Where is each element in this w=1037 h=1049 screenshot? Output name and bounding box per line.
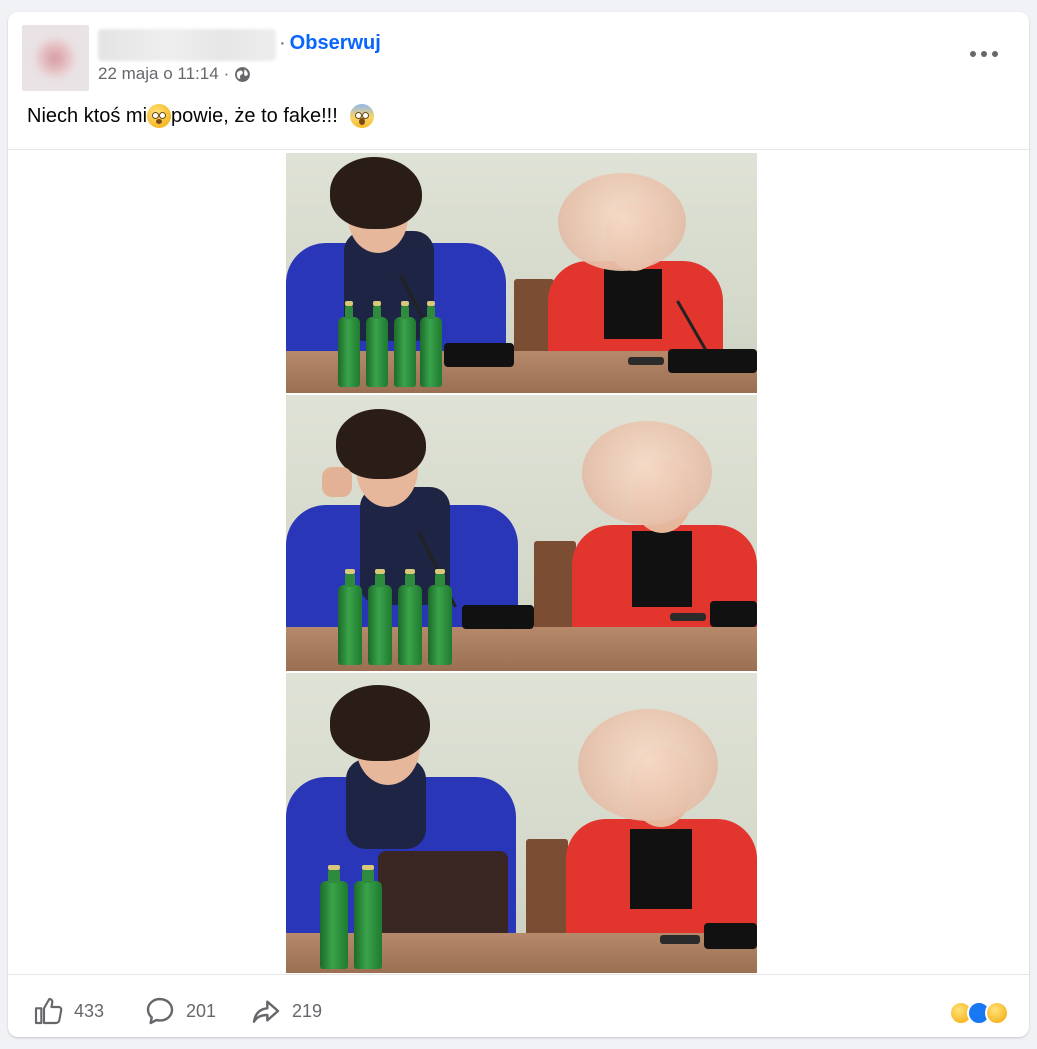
meta-separator: ·: [223, 64, 230, 83]
post-meta: 22 maja o 11:14 ·: [98, 64, 251, 84]
thumbs-up-icon: [34, 997, 63, 1025]
post-text: Niech ktoś mi powie, że to fake!!!: [27, 104, 374, 128]
dot-icon: [992, 51, 998, 57]
comment-count: 201: [186, 1000, 217, 1021]
post-text-part1: Niech ktoś mi: [27, 104, 148, 127]
separator-dot: ·: [279, 32, 286, 54]
comment-button[interactable]: 201: [144, 985, 216, 1037]
author-avatar[interactable]: [22, 25, 89, 91]
post-photo[interactable]: [286, 153, 757, 973]
photo-panel-2: [286, 395, 757, 671]
follow-label[interactable]: Obserwuj: [290, 32, 381, 54]
follow-link[interactable]: · Obserwuj: [279, 32, 381, 55]
scream-face-icon: [349, 104, 374, 128]
post-footer: 433 201 219: [8, 985, 1029, 1037]
globe-icon[interactable]: [234, 66, 251, 83]
post-timestamp[interactable]: 22 maja o 11:14: [98, 64, 219, 84]
author-name-blurred[interactable]: [98, 29, 276, 61]
dot-icon: [970, 51, 976, 57]
photo-panel-3: [286, 673, 757, 973]
post-text-part2: powie, że to fake!!!: [171, 104, 338, 127]
image-divider: [8, 974, 1029, 975]
reaction-summary[interactable]: [949, 1001, 1009, 1025]
photo-panel-1: [286, 153, 757, 393]
post-card: · Obserwuj 22 maja o 11:14 · Niech ktoś m…: [8, 12, 1029, 1037]
share-count: 219: [292, 1000, 323, 1021]
share-button[interactable]: 219: [250, 985, 322, 1037]
comment-icon: [146, 997, 174, 1025]
wow-reaction-icon: [985, 1001, 1009, 1025]
like-button[interactable]: 433: [32, 985, 104, 1037]
dot-icon: [981, 51, 987, 57]
like-count: 433: [74, 1000, 105, 1021]
flushed-face-icon: [147, 104, 172, 128]
header-divider: [8, 149, 1029, 150]
more-options-button[interactable]: [966, 42, 1002, 66]
share-icon: [252, 1000, 280, 1023]
